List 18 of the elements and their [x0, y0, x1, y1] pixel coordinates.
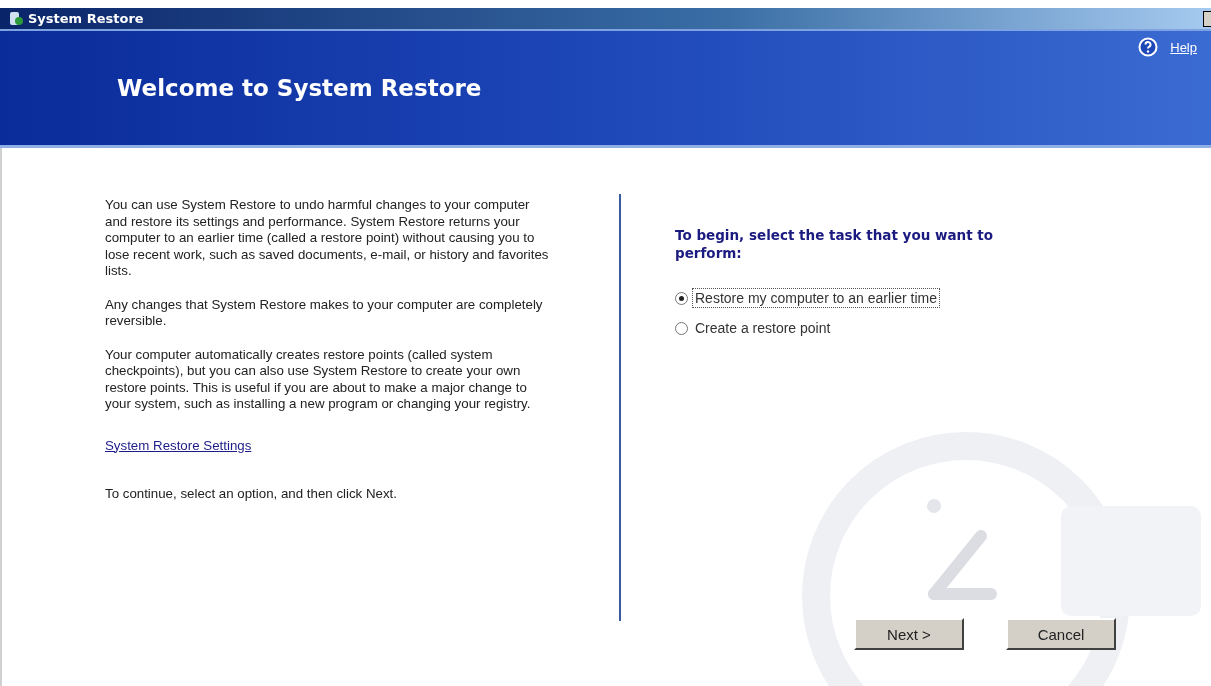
cancel-button[interactable]: Cancel [1006, 618, 1116, 650]
close-button[interactable] [1203, 10, 1211, 27]
intro-paragraph: You can use System Restore to undo harmful changes to your computer and restore its settings and performance. System Restore returns your computer to an earlier time (called a restore point) without causing you to lose recent work, such as saved documents, e-mail, or history and favorites lists. [105, 197, 550, 280]
help-link[interactable]: Help [1170, 39, 1197, 55]
radio-button[interactable] [675, 321, 688, 335]
window-title: System Restore [28, 11, 144, 26]
app-icon [8, 10, 24, 27]
option-label[interactable]: Create a restore point [692, 318, 834, 338]
intro-paragraph: Your computer automatically creates restore points (called system checkpoints), but you can also use System Restore to create your own restore points. This is useful if you are about to make a major change to your system, such as installing a new program or changing your registry. [105, 346, 532, 413]
radio-button[interactable] [675, 291, 688, 305]
option-label[interactable]: Restore my computer to an earlier time [692, 288, 940, 308]
instruction-text: To continue, select an option, and then click Next. [105, 486, 398, 503]
help-icon [1138, 37, 1159, 57]
settings-link[interactable]: System Restore Settings [105, 437, 252, 454]
intro-paragraph: Any changes that System Restore makes to your computer are completely reversible. [105, 296, 544, 330]
next-button[interactable]: Next > [854, 618, 964, 650]
task-prompt: To begin, select the task that you want to perform: [675, 226, 995, 262]
page-title: Welcome to System Restore [117, 75, 482, 101]
